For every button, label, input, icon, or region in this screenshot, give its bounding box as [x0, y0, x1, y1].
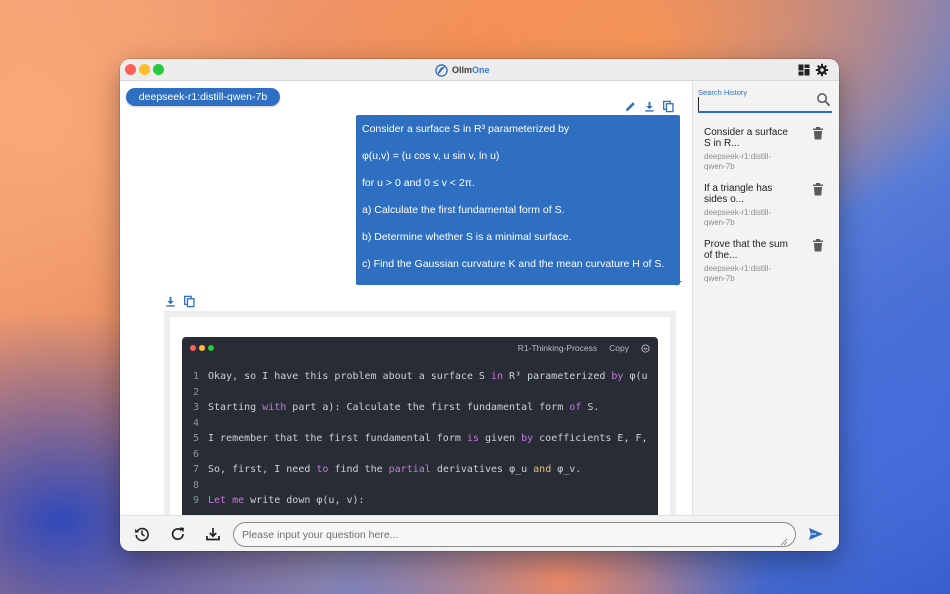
collapse-chevron-icon[interactable]	[641, 343, 650, 353]
copy-icon[interactable]	[183, 295, 196, 308]
app-title: OllmOne	[435, 63, 490, 77]
code-line-text: Okay, so I have this problem about a sur…	[208, 371, 648, 382]
window-minimize-button[interactable]	[139, 64, 150, 75]
model-selector-pill[interactable]: deepseek-r1:distill-qwen-7b	[126, 88, 280, 106]
code-line: 5I remember that the first fundamental f…	[182, 431, 658, 447]
code-line-text: Let me write down φ(u, v):	[208, 495, 365, 506]
question-input[interactable]	[233, 522, 796, 547]
code-lines: 1 Okay, so I have this problem about a su…	[182, 369, 658, 509]
code-line: 9 Let me write down φ(u, v):	[182, 493, 658, 509]
user-message-bubble: Consider a surface S in R³ parameterized…	[356, 115, 680, 285]
history-item-model: deepseek-r1:distill-qwen-7b	[704, 152, 772, 171]
gear-icon[interactable]	[815, 63, 829, 77]
code-line: 1 Okay, so I have this problem about a su…	[182, 369, 658, 385]
user-message-line: for u > 0 and 0 ≤ v < 2π.	[362, 177, 475, 189]
code-line: 2	[192, 386, 199, 398]
history-icon[interactable]	[134, 526, 150, 542]
search-icon[interactable]	[816, 92, 831, 107]
app-title-suffix: One	[472, 65, 490, 75]
history-item-model: deepseek-r1:distill-qwen-7b	[704, 208, 772, 227]
download-icon[interactable]	[164, 295, 177, 308]
send-icon[interactable]	[808, 527, 824, 541]
edit-icon[interactable]	[624, 100, 637, 113]
user-message-toolbar	[624, 100, 675, 113]
code-line: 8	[192, 479, 199, 491]
history-item[interactable]: Consider a surface S in R... deepseek-r1…	[704, 127, 834, 172]
bubble-tail	[676, 281, 682, 286]
history-item-title: Consider a surface S in R...	[704, 127, 788, 149]
code-line: 4	[192, 417, 199, 429]
history-item-title: If a triangle has sides o...	[704, 183, 773, 205]
code-line: 3 Starting with part a): Calculate the fi…	[182, 400, 658, 416]
history-sidebar: Search History Consider a surface S in R…	[692, 81, 839, 515]
search-history-input[interactable]	[698, 97, 810, 111]
chat-area: deepseek-r1:distill-qwen-7b Consider a s…	[120, 81, 692, 515]
user-message-line: c) Find the Gaussian curvature K and the…	[362, 258, 665, 270]
window-close-button[interactable]	[125, 64, 136, 75]
input-bar	[120, 515, 839, 551]
download-icon[interactable]	[205, 526, 221, 542]
window-maximize-button[interactable]	[153, 64, 164, 75]
code-block: R1-Thinking-Process Copy 1 Okay, so I hav…	[182, 337, 658, 515]
resize-grip-icon[interactable]	[780, 538, 788, 546]
code-line-text: Starting with part a): Calculate the fir…	[208, 402, 600, 413]
title-bar: OllmOne	[120, 59, 839, 81]
code-window-dots	[190, 345, 214, 351]
history-item-title: Prove that the sum of the...	[704, 239, 788, 261]
code-copy-button[interactable]: Copy	[609, 343, 629, 353]
app-title-prefix: Ollm	[452, 65, 473, 75]
search-history-label: Search History	[698, 88, 748, 97]
reload-icon[interactable]	[170, 526, 186, 542]
copy-icon[interactable]	[662, 100, 675, 113]
code-block-header: R1-Thinking-Process Copy	[518, 343, 650, 353]
user-message-line: b) Determine whether S is a minimal surf…	[362, 231, 572, 243]
user-message-line: Consider a surface S in R³ parameterized…	[362, 123, 570, 135]
assistant-message: R1-Thinking-Process Copy 1 Okay, so I hav…	[164, 311, 676, 515]
history-item-model: deepseek-r1:distill-qwen-7b	[704, 264, 772, 283]
assistant-message-toolbar	[164, 295, 196, 308]
trash-icon[interactable]	[812, 183, 824, 196]
code-language-label: R1-Thinking-Process	[517, 343, 598, 353]
trash-icon[interactable]	[812, 239, 824, 252]
app-window: OllmOne deepseek-r1:distill-qwen-7b Cons…	[120, 59, 839, 551]
code-line: 6	[192, 448, 199, 460]
trash-icon[interactable]	[812, 127, 824, 140]
user-message-line: a) Calculate the first fundamental form …	[362, 204, 565, 216]
ollmone-logo-icon	[435, 63, 448, 77]
download-icon[interactable]	[643, 100, 656, 113]
layout-grid-icon[interactable]	[797, 63, 811, 77]
code-line-text: I remember that the first fundamental fo…	[208, 433, 648, 444]
history-item[interactable]: Prove that the sum of the... deepseek-r1…	[704, 239, 834, 284]
code-line-text: So, first, I need to find the partial de…	[208, 464, 582, 475]
user-message-line: φ(u,v) = (u cos v, u sin v, ln u)	[362, 150, 500, 162]
search-underline	[698, 111, 832, 113]
history-item[interactable]: If a triangle has sides o... deepseek-r1…	[704, 183, 834, 228]
code-line: 7 So, first, I need to find the partial d…	[182, 462, 658, 478]
